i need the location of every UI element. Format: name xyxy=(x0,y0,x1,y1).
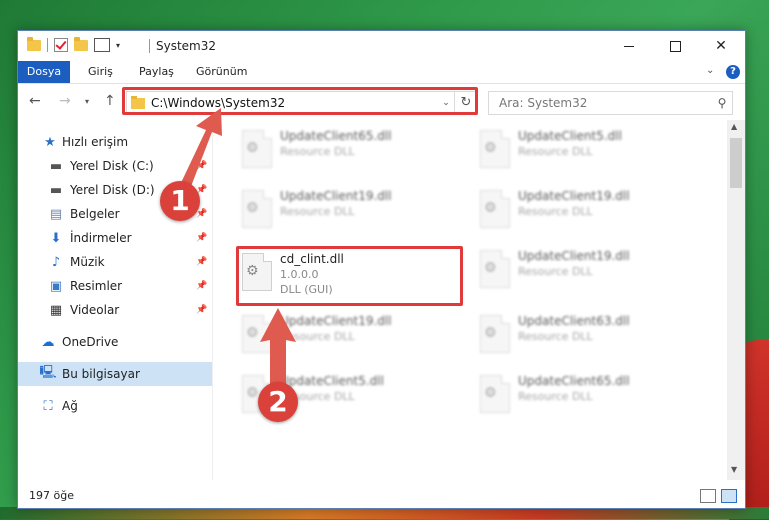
chevron-down-icon[interactable]: ▾ xyxy=(116,41,120,50)
pin-icon[interactable]: 📌 xyxy=(196,209,207,219)
navigation-bar: ← → ▾ ↑ C:\Windows\System32 ⌄ ↻ Ara: Sys… xyxy=(18,84,745,120)
gear-icon: ⚙ xyxy=(484,200,497,216)
back-arrow-icon[interactable]: ← xyxy=(29,93,41,109)
gear-icon: ⚙ xyxy=(484,325,497,341)
sidebar-item-videos[interactable]: ▦ Videolar 📌 xyxy=(18,298,212,322)
pictures-icon: ▣ xyxy=(49,278,63,294)
gear-icon: ⚙ xyxy=(246,385,259,401)
gear-icon: ⚙ xyxy=(484,260,497,276)
forward-arrow-icon[interactable]: → xyxy=(59,93,71,109)
sidebar-item-pictures[interactable]: ▣ Resimler 📌 xyxy=(18,274,212,298)
window-title: System32 xyxy=(156,39,217,53)
maximize-icon xyxy=(669,40,681,52)
sidebar-item-onedrive[interactable]: ☁ OneDrive xyxy=(18,330,212,354)
sidebar-item-music[interactable]: ♪ Müzik 📌 xyxy=(18,250,212,274)
star-icon: ★ xyxy=(44,134,56,150)
sidebar-item-this-pc[interactable]: 🖳 Bu bilgisayar xyxy=(18,362,212,386)
network-icon: ⛶ xyxy=(43,398,53,414)
customize-icon[interactable] xyxy=(94,38,110,52)
properties-check-icon[interactable] xyxy=(54,38,68,52)
music-icon: ♪ xyxy=(51,254,61,270)
minimize-icon xyxy=(624,45,634,47)
tab-home[interactable]: Giriş xyxy=(88,61,113,83)
gear-icon: ⚙ xyxy=(246,200,259,216)
list-item[interactable]: ⚙ UpdateClient65.dll Resource DLL xyxy=(474,371,694,421)
close-button[interactable]: ✕ xyxy=(698,31,744,61)
large-icons-view-icon[interactable] xyxy=(721,489,737,503)
pin-icon[interactable]: 📌 xyxy=(196,233,207,243)
maximize-button[interactable] xyxy=(652,31,698,61)
list-item[interactable]: ⚙ UpdateClient63.dll Resource DLL xyxy=(474,311,694,361)
help-icon[interactable]: ? xyxy=(726,65,740,79)
pin-icon[interactable]: 📌 xyxy=(196,161,207,171)
video-icon: ▦ xyxy=(49,302,63,318)
callout-badge-2: 2 xyxy=(258,382,298,422)
cloud-icon: ☁ xyxy=(41,334,55,350)
folder-icon[interactable] xyxy=(27,36,41,51)
sidebar-item-downloads[interactable]: ⬇ İndirmeler 📌 xyxy=(18,226,212,250)
list-item[interactable]: ⚙ UpdateClient19.dll Resource DLL xyxy=(474,186,694,236)
title-divider xyxy=(149,39,150,53)
minimize-button[interactable] xyxy=(606,31,652,61)
gear-icon: ⚙ xyxy=(246,140,259,156)
gear-icon: ⚙ xyxy=(246,325,259,341)
computer-icon: 🖳 xyxy=(39,365,57,380)
search-input[interactable]: Ara: System32 xyxy=(499,96,712,110)
sidebar-item-local-disk-c[interactable]: ▬ Yerel Disk (C:) 📌 xyxy=(18,154,212,178)
item-count: 197 öğe xyxy=(29,489,74,502)
search-box[interactable]: Ara: System32 ⚲ xyxy=(488,91,733,115)
document-icon: ▤ xyxy=(49,206,63,222)
selected-file-highlight xyxy=(236,246,463,306)
drive-icon: ▬ xyxy=(49,182,63,198)
list-item[interactable]: ⚙ UpdateClient19.dll Resource DLL xyxy=(236,186,456,236)
scroll-up-icon[interactable]: ▲ xyxy=(731,122,737,131)
status-bar: 197 öğe xyxy=(18,484,745,508)
list-item[interactable]: ⚙ UpdateClient5.dll Resource DLL xyxy=(474,126,694,176)
quick-access-toolbar: ▾ xyxy=(27,36,120,52)
scroll-down-icon[interactable]: ▼ xyxy=(731,465,737,474)
tab-share[interactable]: Paylaş xyxy=(139,61,174,83)
vertical-scrollbar[interactable]: ▲ ▼ xyxy=(727,120,745,480)
download-icon: ⬇ xyxy=(50,230,62,246)
pin-icon[interactable]: 📌 xyxy=(196,257,207,267)
tab-file[interactable]: Dosya xyxy=(18,61,70,83)
explorer-window: ▾ System32 ✕ Dosya Giriş Paylaş Görünüm … xyxy=(17,30,746,509)
ribbon-tabs: Dosya Giriş Paylaş Görünüm ⌄ ? xyxy=(18,61,745,84)
callout-badge-1: 1 xyxy=(160,181,200,221)
title-bar: ▾ System32 ✕ xyxy=(18,31,745,61)
recent-locations-chevron-icon[interactable]: ▾ xyxy=(85,97,89,106)
list-item[interactable]: ⚙ UpdateClient65.dll Resource DLL xyxy=(236,126,456,176)
gear-icon: ⚙ xyxy=(484,385,497,401)
scrollbar-thumb[interactable] xyxy=(730,138,742,188)
drive-icon: ▬ xyxy=(49,158,63,174)
search-icon[interactable]: ⚲ xyxy=(712,96,732,110)
new-folder-icon[interactable] xyxy=(74,36,88,51)
navigation-pane: ★ Hızlı erişim ▬ Yerel Disk (C:) 📌 ▬ Yer… xyxy=(18,126,213,480)
tab-view[interactable]: Görünüm xyxy=(196,61,247,83)
pin-icon[interactable]: 📌 xyxy=(196,305,207,315)
toolbar-divider xyxy=(47,38,48,52)
pin-icon[interactable]: 📌 xyxy=(196,281,207,291)
sidebar-item-network[interactable]: ⛶ Ağ xyxy=(18,394,212,418)
details-view-icon[interactable] xyxy=(700,489,716,503)
list-item[interactable]: ⚙ UpdateClient19.dll Resource DLL xyxy=(474,246,694,296)
gear-icon: ⚙ xyxy=(484,140,497,156)
address-bar-highlight xyxy=(122,87,478,115)
close-icon: ✕ xyxy=(715,38,727,54)
expand-ribbon-icon[interactable]: ⌄ xyxy=(706,65,714,76)
list-item[interactable]: ⚙ UpdateClient19.dll Resource DLL xyxy=(236,311,456,361)
up-arrow-icon[interactable]: ↑ xyxy=(104,93,116,109)
sidebar-item-quick-access[interactable]: ★ Hızlı erişim xyxy=(18,130,212,154)
